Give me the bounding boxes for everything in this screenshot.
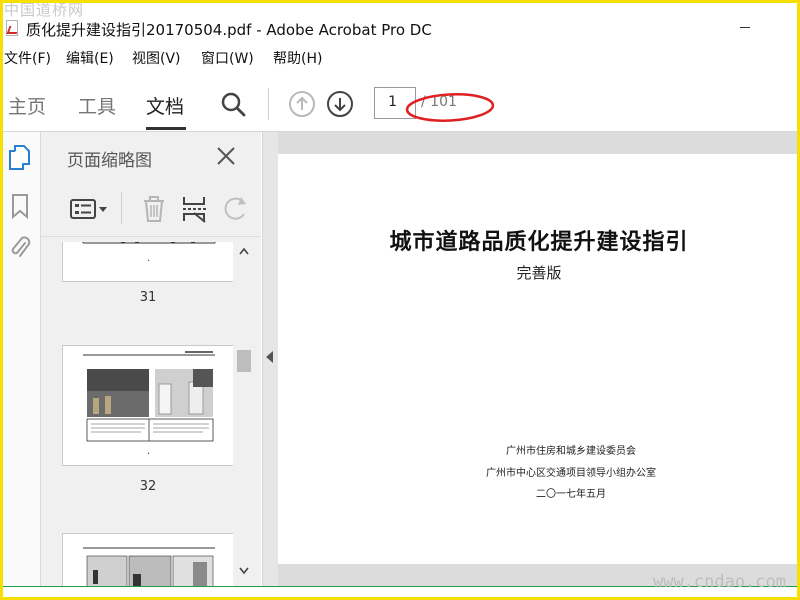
thumbnail-33-preview [83,547,215,587]
thumbnail-scrollbar[interactable] [237,242,251,587]
close-icon[interactable] [215,145,237,167]
document-page: 城市道路品质化提升建设指引 完善版 广州市住房和城乡建设委员会 广州市中心区交通… [278,154,800,564]
delete-page-icon[interactable] [139,194,169,224]
insert-page-icon[interactable] [181,194,209,224]
document-view: 城市道路品质化提升建设指引 完善版 广州市住房和城乡建设委员会 广州市中心区交通… [278,132,800,587]
thumbnail-page-32[interactable]: . [62,345,233,466]
tab-home[interactable]: 主页 [8,92,46,119]
thumbnail-31-dot: . [147,253,151,264]
menu-window[interactable]: 窗口(W) [201,48,254,68]
toolbar-divider [268,88,269,120]
document-org-line-2: 广州市中心区交通项目领导小组办公室 [486,468,656,479]
thumbnail-31-number: 31 [139,290,157,305]
scrollbar-thumb[interactable] [237,350,251,372]
red-annotation-ellipse [405,93,495,122]
document-org-line-1: 广州市住房和城乡建设委员会 [506,446,636,457]
panel-splitter[interactable] [262,132,278,587]
bottom-watermark: www.cndao.com [652,572,786,592]
thumbnail-32-dot: . [147,446,151,457]
menu-edit[interactable]: 编辑(E) [66,48,114,68]
menu-view[interactable]: 视图(V) [132,48,181,68]
document-date-line: 二〇一七年五月 [536,489,606,500]
next-page-icon[interactable] [326,90,354,118]
document-subtitle: 完善版 [516,264,562,282]
panel-toolbar [41,182,261,237]
thumbnail-page-33[interactable] [62,533,233,587]
tab-document[interactable]: 文档 [146,92,184,119]
page-thumbnails-panel: 页面缩略图 . 31 . 32 [41,132,261,587]
scroll-up-icon[interactable] [239,247,249,255]
menu-help[interactable]: 帮助(H) [273,48,322,68]
panel-title: 页面缩略图 [67,151,152,171]
navigation-rail [0,132,41,587]
scroll-down-icon[interactable] [239,567,249,575]
active-tab-indicator [146,127,186,130]
search-icon[interactable] [220,91,246,117]
title-bar: 质化提升建设指引20170504.pdf - Adobe Acrobat Pro… [0,0,800,44]
top-watermark: 中国道桥网 [4,1,85,19]
previous-page-icon[interactable] [288,90,316,118]
minimize-button[interactable] [740,27,750,28]
collapse-panel-icon[interactable] [266,351,273,363]
main-toolbar: 主页 工具 文档 1 / 101 [0,78,800,132]
window-title: 质化提升建设指引20170504.pdf - Adobe Acrobat Pro… [26,21,432,39]
attachment-icon[interactable] [8,234,32,262]
document-title: 城市道路品质化提升建设指引 [389,230,689,255]
bookmark-icon[interactable] [8,192,32,220]
panel-toolbar-divider [121,192,122,224]
thumbnail-32-number: 32 [139,479,157,494]
rotate-icon[interactable] [221,194,249,224]
thumbnail-list: . 31 . 32 [41,242,233,587]
tab-tools[interactable]: 工具 [78,92,116,119]
thumbnails-icon[interactable] [8,144,32,172]
thumbnail-options-icon[interactable] [69,194,109,224]
thumbnail-page-31[interactable]: . [62,242,233,282]
menu-file[interactable]: 文件(F) [4,48,51,68]
panel-header: 页面缩略图 [41,132,261,180]
pdf-file-icon [6,20,18,36]
